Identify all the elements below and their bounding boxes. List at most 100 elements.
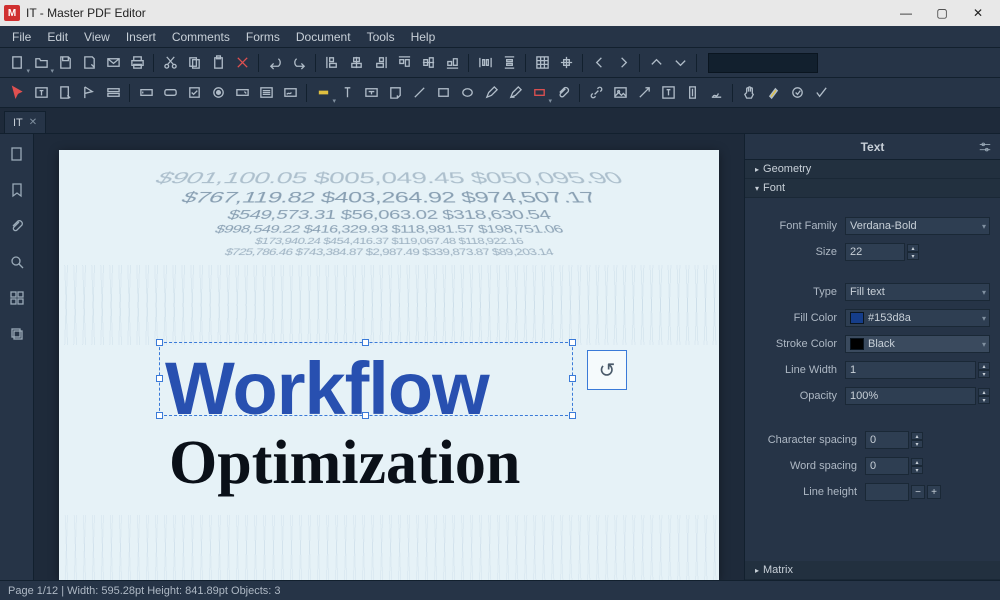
link-tool[interactable] — [585, 82, 607, 104]
section-font[interactable]: ▾Font — [745, 179, 1000, 198]
move-up-button[interactable] — [645, 52, 667, 74]
panel-settings-icon[interactable] — [978, 140, 992, 157]
stroke-color-input[interactable]: Black▾ — [845, 335, 990, 353]
button-tool[interactable] — [159, 82, 181, 104]
lineheight-input[interactable] — [865, 483, 909, 501]
align-right-button[interactable] — [369, 52, 391, 74]
document-tab[interactable]: IT ✕ — [4, 111, 46, 133]
rotate-handle[interactable]: ↺ — [587, 350, 627, 390]
sticky-note-tool[interactable] — [384, 82, 406, 104]
delete-button[interactable] — [231, 52, 253, 74]
rect-tool[interactable] — [432, 82, 454, 104]
radio-tool[interactable] — [207, 82, 229, 104]
signature-field-tool[interactable] — [279, 82, 301, 104]
search-panel-button[interactable] — [7, 252, 27, 272]
section-geometry[interactable]: ▸Geometry — [745, 160, 1000, 179]
menu-comments[interactable]: Comments — [164, 28, 238, 46]
align-bottom-button[interactable] — [441, 52, 463, 74]
cs-down[interactable]: ▾ — [911, 440, 923, 448]
email-button[interactable] — [102, 52, 124, 74]
op-up[interactable]: ▴ — [978, 388, 990, 396]
size-up[interactable]: ▴ — [907, 244, 919, 252]
move-down-button[interactable] — [669, 52, 691, 74]
lw-up[interactable]: ▴ — [978, 362, 990, 370]
text-box-tool[interactable] — [360, 82, 382, 104]
attachments-button[interactable] — [7, 216, 27, 236]
search-input[interactable] — [717, 57, 859, 69]
cs-up[interactable]: ▴ — [911, 432, 923, 440]
next-page-button[interactable] — [612, 52, 634, 74]
sign-tool[interactable] — [786, 82, 808, 104]
font-size-input[interactable]: 22 — [845, 243, 905, 261]
insert-text-tool[interactable] — [336, 82, 358, 104]
lh-plus[interactable]: + — [927, 485, 941, 499]
grid-snap-button[interactable] — [555, 52, 577, 74]
ellipse-tool[interactable] — [456, 82, 478, 104]
edit-doc-tool[interactable] — [54, 82, 76, 104]
highlight-tool[interactable]: ▾ — [312, 82, 334, 104]
handle-tm[interactable] — [362, 339, 369, 346]
layers-button[interactable] — [7, 324, 27, 344]
lw-down[interactable]: ▾ — [978, 370, 990, 378]
handle-bm[interactable] — [362, 412, 369, 419]
dist-v-button[interactable] — [498, 52, 520, 74]
fill-color-input[interactable]: #153d8a▾ — [845, 309, 990, 327]
handle-ml[interactable] — [156, 375, 163, 382]
linewidth-input[interactable]: 1 — [845, 361, 976, 379]
thumbnails-button[interactable] — [7, 288, 27, 308]
handle-bl[interactable] — [156, 412, 163, 419]
size-down[interactable]: ▾ — [907, 252, 919, 260]
op-down[interactable]: ▾ — [978, 396, 990, 404]
image-tool[interactable] — [609, 82, 631, 104]
pages-panel-button[interactable] — [7, 144, 27, 164]
menu-document[interactable]: Document — [288, 28, 359, 46]
handle-tr[interactable] — [569, 339, 576, 346]
saveas-button[interactable] — [78, 52, 100, 74]
cut-button[interactable] — [159, 52, 181, 74]
text-field-tool[interactable] — [135, 82, 157, 104]
section-matrix[interactable]: ▸Matrix — [745, 561, 1000, 580]
wordspace-input[interactable]: 0 — [865, 457, 909, 475]
charspace-input[interactable]: 0 — [865, 431, 909, 449]
attach-tool[interactable] — [552, 82, 574, 104]
checkbox-tool[interactable] — [183, 82, 205, 104]
menu-insert[interactable]: Insert — [118, 28, 164, 46]
initials-tool[interactable] — [705, 82, 727, 104]
pdf-page[interactable]: $901,100.05 $005,049.45 $050,095.90 $767… — [59, 150, 719, 580]
add-text-tool[interactable] — [657, 82, 679, 104]
minimize-button[interactable]: — — [888, 0, 924, 26]
menu-view[interactable]: View — [76, 28, 118, 46]
font-family-input[interactable]: Verdana-Bold▾ — [845, 217, 990, 235]
align-top-button[interactable] — [393, 52, 415, 74]
save-button[interactable] — [54, 52, 76, 74]
vert-text-tool[interactable] — [681, 82, 703, 104]
canvas[interactable]: $901,100.05 $005,049.45 $050,095.90 $767… — [34, 134, 744, 580]
handle-tl[interactable] — [156, 339, 163, 346]
menu-tools[interactable]: Tools — [359, 28, 403, 46]
combo-tool[interactable] — [231, 82, 253, 104]
ws-down[interactable]: ▾ — [911, 466, 923, 474]
bookmarks-button[interactable] — [7, 180, 27, 200]
close-button[interactable]: ✕ — [960, 0, 996, 26]
new-button[interactable]: ▾ — [6, 52, 28, 74]
align-center-h-button[interactable] — [345, 52, 367, 74]
menu-forms[interactable]: Forms — [238, 28, 288, 46]
align-left-button[interactable] — [321, 52, 343, 74]
marker-tool[interactable] — [762, 82, 784, 104]
tab-close-icon[interactable]: ✕ — [29, 117, 37, 128]
search-box[interactable] — [708, 53, 818, 73]
handle-mr[interactable] — [569, 375, 576, 382]
handle-br[interactable] — [569, 412, 576, 419]
hand-tool[interactable] — [738, 82, 760, 104]
type-input[interactable]: Fill text▾ — [845, 283, 990, 301]
paste-button[interactable] — [207, 52, 229, 74]
print-button[interactable] — [126, 52, 148, 74]
pencil-tool[interactable] — [480, 82, 502, 104]
check-tool[interactable] — [810, 82, 832, 104]
menu-help[interactable]: Help — [403, 28, 444, 46]
grid-show-button[interactable] — [531, 52, 553, 74]
undo-button[interactable] — [264, 52, 286, 74]
copy-button[interactable] — [183, 52, 205, 74]
edit-forms-tool[interactable] — [78, 82, 100, 104]
dist-h-button[interactable] — [474, 52, 496, 74]
